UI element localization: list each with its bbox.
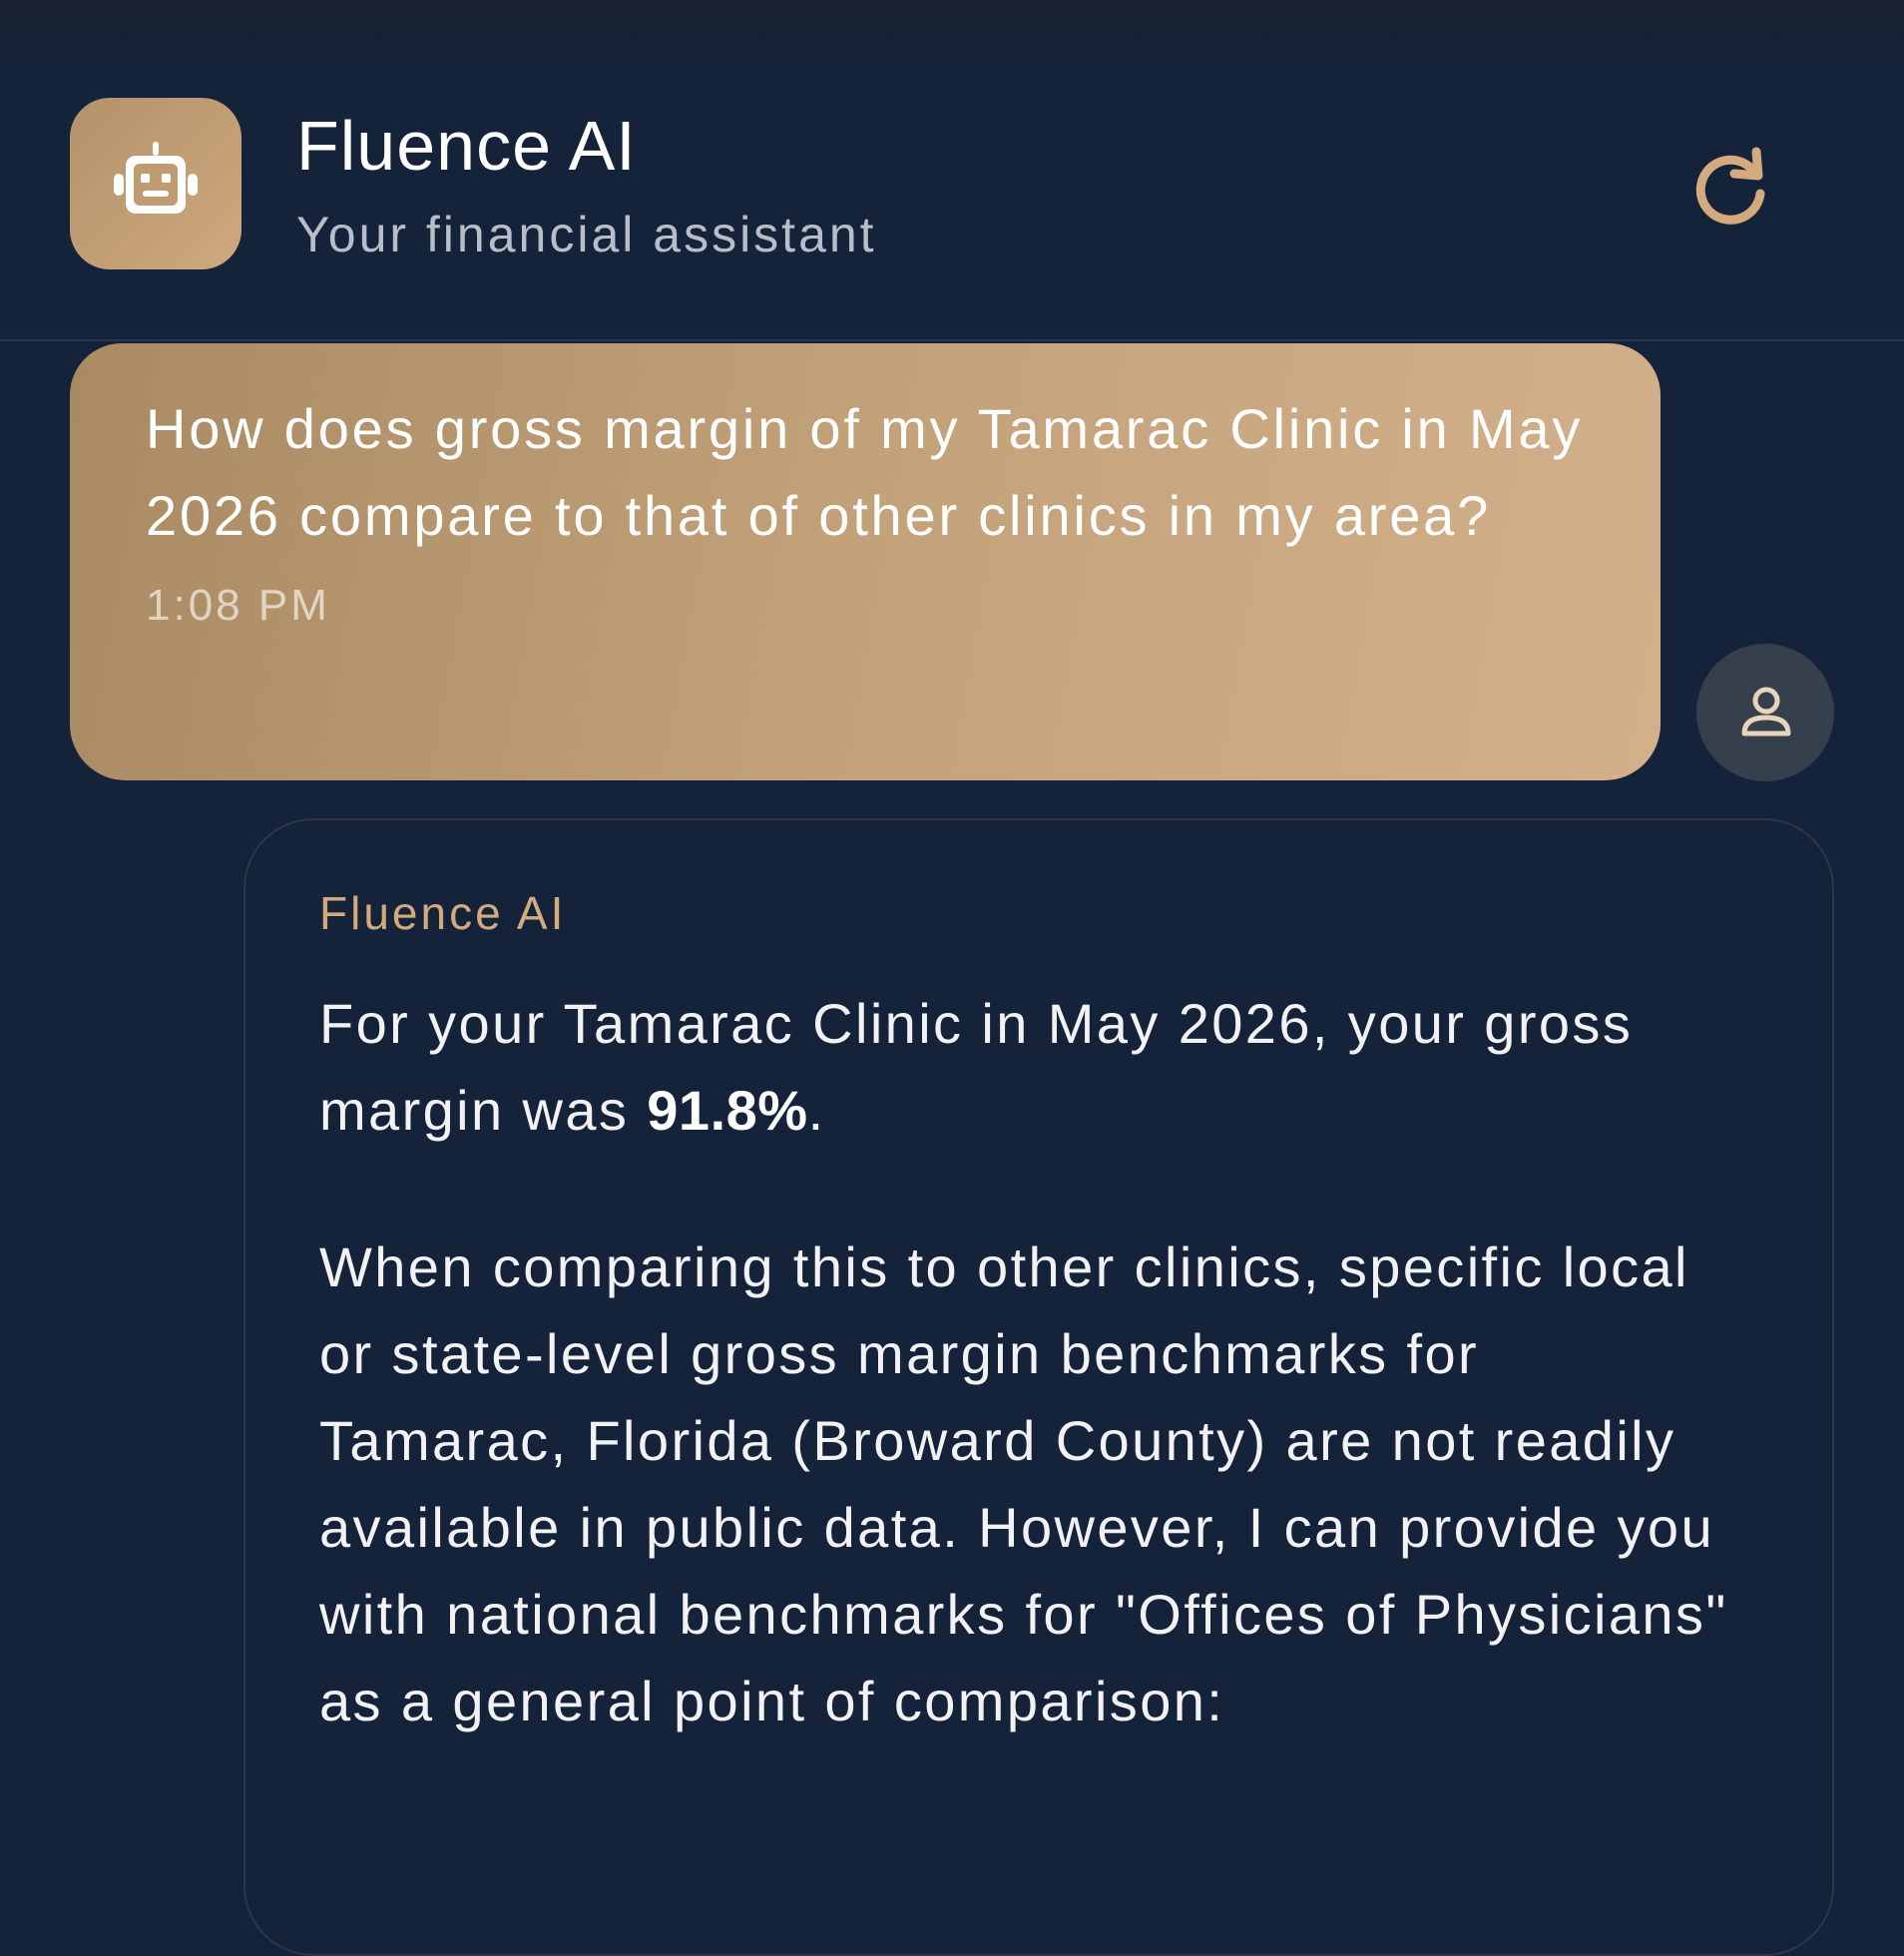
refresh-button[interactable] — [1686, 142, 1776, 232]
message-timestamp: 1:08 PM — [146, 581, 330, 630]
refresh-icon — [1695, 147, 1765, 225]
assistant-text: . — [807, 1079, 826, 1142]
app-subtitle: Your financial assistant — [296, 207, 877, 262]
user-icon — [1741, 687, 1791, 736]
assistant-text: For your Tamarac Clinic in May 2026, you… — [319, 992, 1634, 1142]
assistant-message-card: Fluence AI For your Tamarac Clinic in Ma… — [243, 818, 1834, 1956]
app-title: Fluence AI — [296, 107, 637, 185]
app-logo — [70, 98, 241, 269]
assistant-sender-label: Fluence AI — [319, 887, 567, 939]
assistant-paragraph: When comparing this to other clinics, sp… — [319, 1235, 1728, 1732]
user-avatar[interactable] — [1696, 644, 1834, 781]
robot-icon — [114, 142, 198, 214]
assistant-paragraph: For your Tamarac Clinic in May 2026, you… — [319, 980, 1742, 1154]
chat-header: Fluence AI Your financial assistant — [0, 0, 1904, 341]
gross-margin-value: 91.8% — [647, 1079, 808, 1142]
user-message-bubble: How does gross margin of my Tamarac Clin… — [70, 343, 1661, 780]
user-message-text: How does gross margin of my Tamarac Clin… — [146, 397, 1584, 547]
